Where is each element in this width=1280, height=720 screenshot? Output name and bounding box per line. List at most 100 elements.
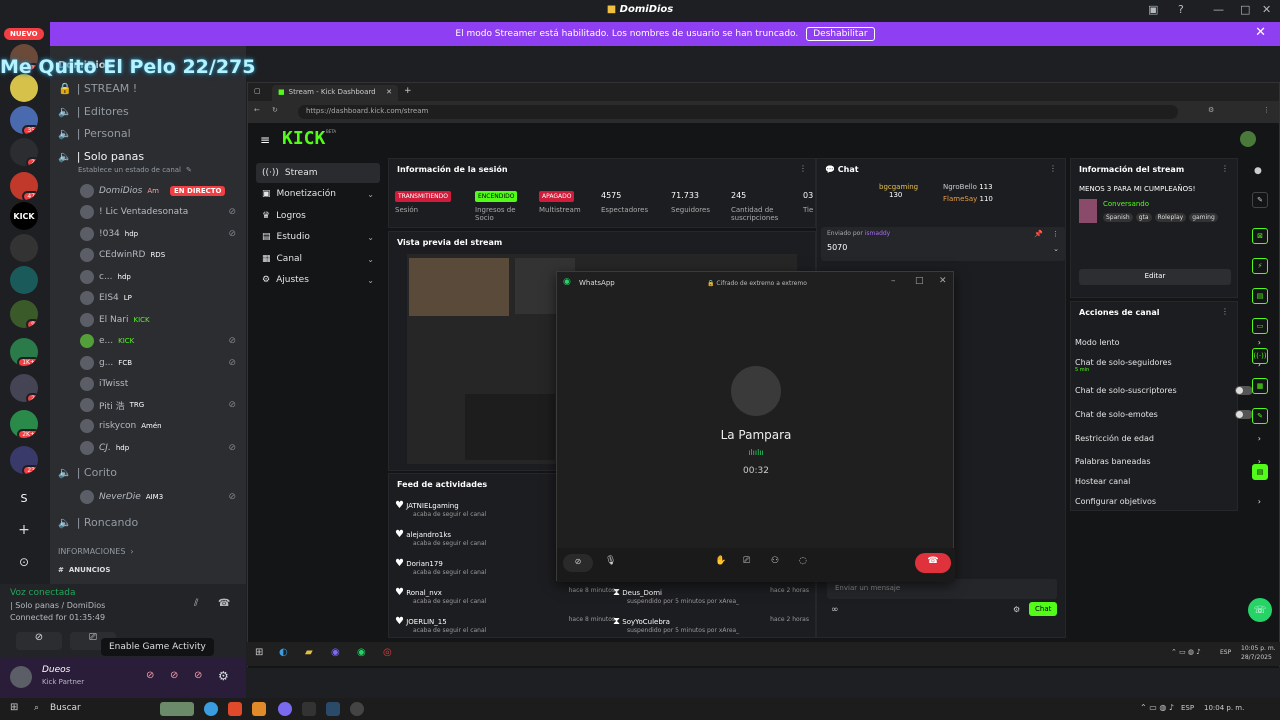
- pinned-message[interactable]: Enviado por ismaddy 5070 📌 ⋮ ⌄: [821, 227, 1065, 261]
- app-icon[interactable]: ◎: [383, 647, 392, 658]
- discord-taskbar-icon[interactable]: [278, 702, 292, 716]
- chat-input[interactable]: Enviar un mensaje: [827, 579, 1057, 599]
- server-icon[interactable]: [10, 74, 38, 102]
- nav-canal[interactable]: ▦ Canal ⌄: [256, 249, 380, 269]
- chat-bubble-button[interactable]: ◌: [799, 556, 807, 566]
- voice-user[interactable]: c... hdp: [80, 270, 246, 284]
- nav-ajustes[interactable]: ⚙ Ajustes ⌄: [256, 270, 380, 290]
- discover-icon[interactable]: ⊙: [10, 548, 38, 576]
- tool-icon[interactable]: ▤: [1252, 288, 1268, 304]
- nav-stream[interactable]: ((·)) Stream: [256, 163, 380, 183]
- voice-channel-editores[interactable]: 🔈 | Editores: [58, 105, 129, 118]
- voice-user[interactable]: El Nari KICK: [80, 313, 246, 327]
- hamburger-icon[interactable]: ≡: [260, 133, 270, 147]
- voice-channel-stream[interactable]: 🔒 | STREAM !: [58, 82, 137, 95]
- server-icon[interactable]: [10, 266, 38, 294]
- server-icon[interactable]: 2: [10, 374, 38, 402]
- action-emotes-only[interactable]: Chat de solo-emotes: [1075, 410, 1261, 419]
- chevron-down-icon[interactable]: ⌄: [1053, 245, 1059, 253]
- microphone-button[interactable]: 🎙: [605, 556, 616, 566]
- app-icon[interactable]: [350, 702, 364, 716]
- tool-icon[interactable]: ⚡: [1252, 258, 1268, 274]
- voice-user[interactable]: EIS4 LP: [80, 291, 246, 305]
- edge-icon[interactable]: ◐: [279, 647, 288, 658]
- tag[interactable]: Roleplay: [1154, 213, 1187, 222]
- inbox-icon[interactable]: ▣: [1148, 3, 1158, 16]
- voice-user[interactable]: DomiDios Am EN DIRECTO: [80, 184, 246, 198]
- tab-menu-icon[interactable]: ▢: [254, 87, 261, 95]
- browser-menu-icon[interactable]: ⋮: [1263, 106, 1270, 114]
- voice-user[interactable]: iTwisst: [80, 377, 246, 391]
- explorer-icon[interactable]: ▰: [305, 647, 313, 658]
- tool-icon[interactable]: ▦: [1252, 378, 1268, 394]
- minimize-icon[interactable]: —: [1213, 3, 1224, 16]
- close-icon[interactable]: ✕: [939, 276, 947, 286]
- server-icon[interactable]: 2: [10, 138, 38, 166]
- voice-user[interactable]: CEdwinRD RDS: [80, 248, 246, 262]
- edit-icon[interactable]: ✎: [1252, 192, 1268, 208]
- kick-server-icon[interactable]: KICK: [10, 202, 38, 230]
- voice-user[interactable]: g... FCB ⊘: [80, 356, 246, 370]
- camera-button[interactable]: ⊘: [16, 632, 62, 650]
- voice-channel-corito[interactable]: 🔈 | Corito: [58, 466, 117, 479]
- back-icon[interactable]: ←: [254, 106, 260, 114]
- voice-user[interactable]: Piti 浩 TRG ⊘: [80, 398, 246, 412]
- tray-icons[interactable]: ⌃ ▭ ◍ ♪: [1140, 703, 1174, 712]
- tool-icon[interactable]: ▭: [1252, 318, 1268, 334]
- search-icon[interactable]: ⌕: [34, 703, 39, 713]
- edit-stream-button[interactable]: Editar: [1079, 269, 1231, 285]
- channel-anuncios[interactable]: # ANUNCIOS: [58, 566, 110, 574]
- settings-gear-icon[interactable]: ⚙: [218, 669, 229, 683]
- voice-user[interactable]: !034 hdp ⊘: [80, 227, 246, 241]
- server-icon[interactable]: 47: [10, 172, 38, 200]
- support-chat-button[interactable]: ☏: [1248, 598, 1272, 622]
- chrome-icon[interactable]: [204, 702, 218, 716]
- tag[interactable]: Spanish: [1103, 213, 1133, 222]
- more-icon[interactable]: ⋮: [1049, 164, 1057, 173]
- kick-logo[interactable]: KICK: [282, 128, 325, 149]
- taskbar-search[interactable]: Buscar: [50, 703, 81, 713]
- noise-icon[interactable]: ⫽: [194, 598, 198, 609]
- app-icon[interactable]: [302, 702, 316, 716]
- nav-logros[interactable]: ♛ Logros: [256, 206, 380, 226]
- chat-settings-icon[interactable]: ⚙: [1013, 605, 1020, 614]
- server-s[interactable]: S: [10, 484, 38, 512]
- add-participant-button[interactable]: ⚇: [771, 556, 779, 566]
- server-icon[interactable]: 23: [10, 446, 38, 474]
- discord-icon[interactable]: ◉: [331, 647, 340, 658]
- category-informaciones[interactable]: INFORMACIONES ›: [58, 547, 134, 556]
- deafen-icon[interactable]: ⊘: [170, 670, 178, 681]
- voice-user[interactable]: NeverDie AIM3 ⊘: [80, 490, 246, 504]
- disconnect-icon[interactable]: ☎: [218, 598, 230, 609]
- profile-avatar[interactable]: [1240, 131, 1256, 147]
- tool-icon[interactable]: ⊠: [1252, 228, 1268, 244]
- end-call-button[interactable]: ☎: [915, 553, 951, 573]
- voice-user[interactable]: riskycon Amén: [80, 419, 246, 433]
- pin-icon[interactable]: 📌: [1034, 230, 1043, 238]
- tool-icon[interactable]: ✎: [1252, 408, 1268, 424]
- voice-channel-personal[interactable]: 🔈 | Personal: [58, 127, 131, 140]
- channel-status-hint[interactable]: Establece un estado de canal ✎: [78, 166, 192, 174]
- action-host[interactable]: Hostear canal: [1075, 477, 1261, 486]
- voice-user[interactable]: ! Lic Ventadesonata ⊘: [80, 205, 246, 219]
- tag[interactable]: gaming: [1189, 213, 1218, 222]
- server-icon[interactable]: 9: [10, 300, 38, 328]
- add-server-icon[interactable]: +: [10, 516, 38, 544]
- disable-streamer-button[interactable]: Deshabilitar: [806, 27, 875, 41]
- nav-estudio[interactable]: ▤ Estudio ⌄: [256, 227, 380, 247]
- brave-icon[interactable]: [228, 702, 242, 716]
- help-icon[interactable]: ?: [1178, 3, 1184, 16]
- maximize-icon[interactable]: □: [1240, 3, 1250, 16]
- chat-tools-icon[interactable]: ∞: [831, 605, 839, 615]
- nav-monetizacion[interactable]: ▣ Monetización ⌄: [256, 184, 380, 204]
- whatsapp-taskbar-icon[interactable]: ◉: [357, 647, 366, 658]
- banner-close-icon[interactable]: ✕: [1255, 25, 1266, 40]
- tool-icon[interactable]: ▤: [1252, 464, 1268, 480]
- server-icon[interactable]: [10, 234, 38, 262]
- reload-icon[interactable]: ↻: [272, 106, 278, 114]
- server-icon[interactable]: 35: [10, 106, 38, 134]
- more-icon[interactable]: ⋮: [1221, 164, 1229, 173]
- mic-muted-icon[interactable]: ⊘: [146, 670, 154, 681]
- headset-icon[interactable]: ⊘: [194, 670, 202, 681]
- start-icon[interactable]: ⊞: [10, 702, 18, 713]
